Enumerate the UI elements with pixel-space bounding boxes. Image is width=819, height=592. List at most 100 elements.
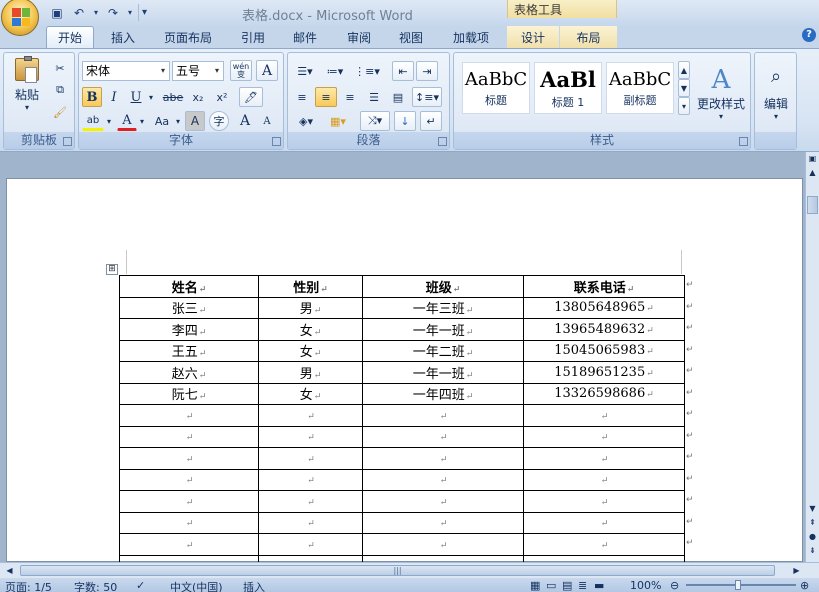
change-case-dropdown-icon[interactable]: ▾	[173, 111, 183, 131]
header-phone[interactable]: 联系电话↵	[523, 275, 685, 298]
cell-class[interactable]: ↵	[362, 404, 524, 427]
undo-dropdown-icon[interactable]: ▾	[92, 4, 100, 21]
spell-check-icon[interactable]: ✓	[136, 579, 145, 592]
font-launcher-icon[interactable]	[272, 137, 281, 146]
font-color-dropdown-icon[interactable]: ▾	[137, 111, 147, 131]
language-indicator[interactable]: 中文(中国)	[170, 579, 223, 592]
shrink-font-button[interactable]: A	[257, 111, 277, 131]
copy-icon[interactable]: ⧉	[50, 81, 70, 99]
draft-view-icon[interactable]: ▬	[594, 579, 604, 592]
cell-phone[interactable]: ↵	[523, 404, 685, 427]
tab-add-ins[interactable]: 加载项	[442, 26, 500, 48]
clear-format-button[interactable]: A	[256, 60, 278, 81]
zoom-slider-track[interactable]	[686, 584, 796, 586]
cell-gender[interactable]: 女↵	[258, 382, 363, 405]
borders-icon[interactable]: ▦▾	[323, 111, 353, 131]
cell-phone[interactable]: 13326598686↵	[523, 382, 685, 405]
cell-phone[interactable]: 15189651235↵	[523, 361, 685, 384]
tab-insert[interactable]: 插入	[100, 26, 146, 48]
cell-phone[interactable]: ↵	[523, 468, 685, 491]
word-count[interactable]: 字数: 50	[74, 579, 117, 592]
customize-qat-icon[interactable]: ▾	[138, 4, 150, 21]
print-layout-view-icon[interactable]: ▦	[530, 579, 540, 592]
cell-gender[interactable]: 女↵	[258, 318, 363, 341]
vertical-scroll-thumb[interactable]	[807, 196, 818, 214]
font-color-button[interactable]: A	[117, 111, 137, 131]
underline-button[interactable]: U	[126, 87, 146, 107]
show-marks-icon[interactable]: ↵	[420, 111, 442, 131]
cell-name[interactable]: ↵	[119, 533, 259, 556]
cell-name[interactable]: 李四↵	[119, 318, 259, 341]
style-subtitle[interactable]: AaBbC 副标题	[606, 62, 674, 114]
page-count[interactable]: 页面: 1/5	[5, 579, 52, 592]
cell-class[interactable]: 一年二班↵	[362, 339, 524, 362]
char-shading-button[interactable]: A	[185, 111, 205, 131]
tab-references[interactable]: 引用	[230, 26, 276, 48]
styles-launcher-icon[interactable]	[739, 137, 748, 146]
horizontal-scroll-thumb[interactable]: |||	[20, 565, 775, 576]
cut-icon[interactable]: ✂	[50, 59, 70, 77]
align-right-icon[interactable]: ≡	[339, 87, 361, 107]
undo-icon[interactable]: ↶	[70, 4, 88, 21]
multilevel-list-icon[interactable]: ⋮≡▾	[351, 61, 383, 81]
cell-name[interactable]: ↵	[119, 447, 259, 470]
cell-gender[interactable]: ↵	[258, 533, 363, 556]
styles-scroll-down-icon[interactable]: ▼	[678, 79, 690, 97]
cell-phone[interactable]: ↵	[523, 425, 685, 448]
cell-name[interactable]: ↵	[119, 490, 259, 513]
full-screen-view-icon[interactable]: ▭	[546, 579, 556, 592]
previous-page-icon[interactable]: ⇞	[806, 516, 819, 529]
zoom-level[interactable]: 100%	[630, 579, 661, 592]
cell-class[interactable]: ↵	[362, 447, 524, 470]
cell-phone[interactable]: ↵	[523, 533, 685, 556]
grow-font-button[interactable]: A	[235, 111, 255, 131]
cell-name[interactable]: 阮七↵	[119, 382, 259, 405]
cell-gender[interactable]: 男↵	[258, 296, 363, 319]
editing-button[interactable]: ⌕ 编辑 ▾	[757, 57, 795, 129]
cell-phone[interactable]: 13965489632↵	[523, 318, 685, 341]
italic-button[interactable]: I	[104, 87, 124, 107]
line-spacing-icon[interactable]: ↕≡▾	[412, 87, 442, 107]
cell-class[interactable]: ↵	[362, 490, 524, 513]
font-name-combo[interactable]: 宋体 ▾	[82, 61, 170, 81]
style-title[interactable]: AaBbC 标题	[462, 62, 530, 114]
styles-more-icon[interactable]: ▾	[678, 97, 690, 115]
shading-icon[interactable]: ◈▾	[291, 111, 321, 131]
cell-gender[interactable]: ↵	[258, 425, 363, 448]
cell-name[interactable]: 张三↵	[119, 296, 259, 319]
cell-name[interactable]: ↵	[119, 404, 259, 427]
cell-gender[interactable]: ↵	[258, 511, 363, 534]
cell-gender[interactable]: ↵	[258, 404, 363, 427]
tab-design[interactable]: 设计	[507, 26, 559, 48]
strikethrough-button[interactable]: abe	[161, 87, 185, 107]
redo-dropdown-icon[interactable]: ▾	[126, 4, 134, 21]
sort-icon[interactable]: ↓	[394, 111, 416, 131]
table-move-handle-icon[interactable]: ⊞	[106, 264, 118, 275]
underline-dropdown-icon[interactable]: ▾	[146, 87, 156, 107]
header-class[interactable]: 班级↵	[362, 275, 524, 298]
change-case-button[interactable]: Aa	[151, 111, 173, 131]
tab-page-layout[interactable]: 页面布局	[152, 26, 224, 48]
chinese-layout-icon[interactable]: ⤨▾	[360, 111, 390, 131]
tab-review[interactable]: 审阅	[336, 26, 382, 48]
cell-phone[interactable]: 13805648965↵	[523, 296, 685, 319]
cell-class[interactable]: 一年四班↵	[362, 382, 524, 405]
vertical-scrollbar[interactable]: ▣ ▲ ▼ ⇞ ● ⇟	[805, 152, 819, 562]
highlight-dropdown-icon[interactable]: ▾	[104, 111, 114, 131]
cell-gender[interactable]: ↵	[258, 490, 363, 513]
horizontal-scrollbar[interactable]: ◀ ||| ▶	[0, 562, 819, 578]
cell-class[interactable]: ↵	[362, 468, 524, 491]
bullets-icon[interactable]: ☰▾	[291, 61, 319, 81]
tab-layout[interactable]: 布局	[560, 26, 617, 48]
tab-view[interactable]: 视图	[388, 26, 434, 48]
cell-name[interactable]: 赵六↵	[119, 361, 259, 384]
cell-gender[interactable]: 女↵	[258, 339, 363, 362]
ruler-toggle-icon[interactable]: ▣	[806, 152, 819, 165]
styles-scroll-up-icon[interactable]: ▲	[678, 61, 690, 79]
cell-name[interactable]: ↵	[119, 511, 259, 534]
cell-class[interactable]: ↵	[362, 533, 524, 556]
header-gender[interactable]: 性别↵	[258, 275, 363, 298]
next-page-icon[interactable]: ⇟	[806, 544, 819, 557]
enclose-char-button[interactable]: 字	[209, 111, 229, 131]
cell-gender[interactable]: ↵	[258, 468, 363, 491]
